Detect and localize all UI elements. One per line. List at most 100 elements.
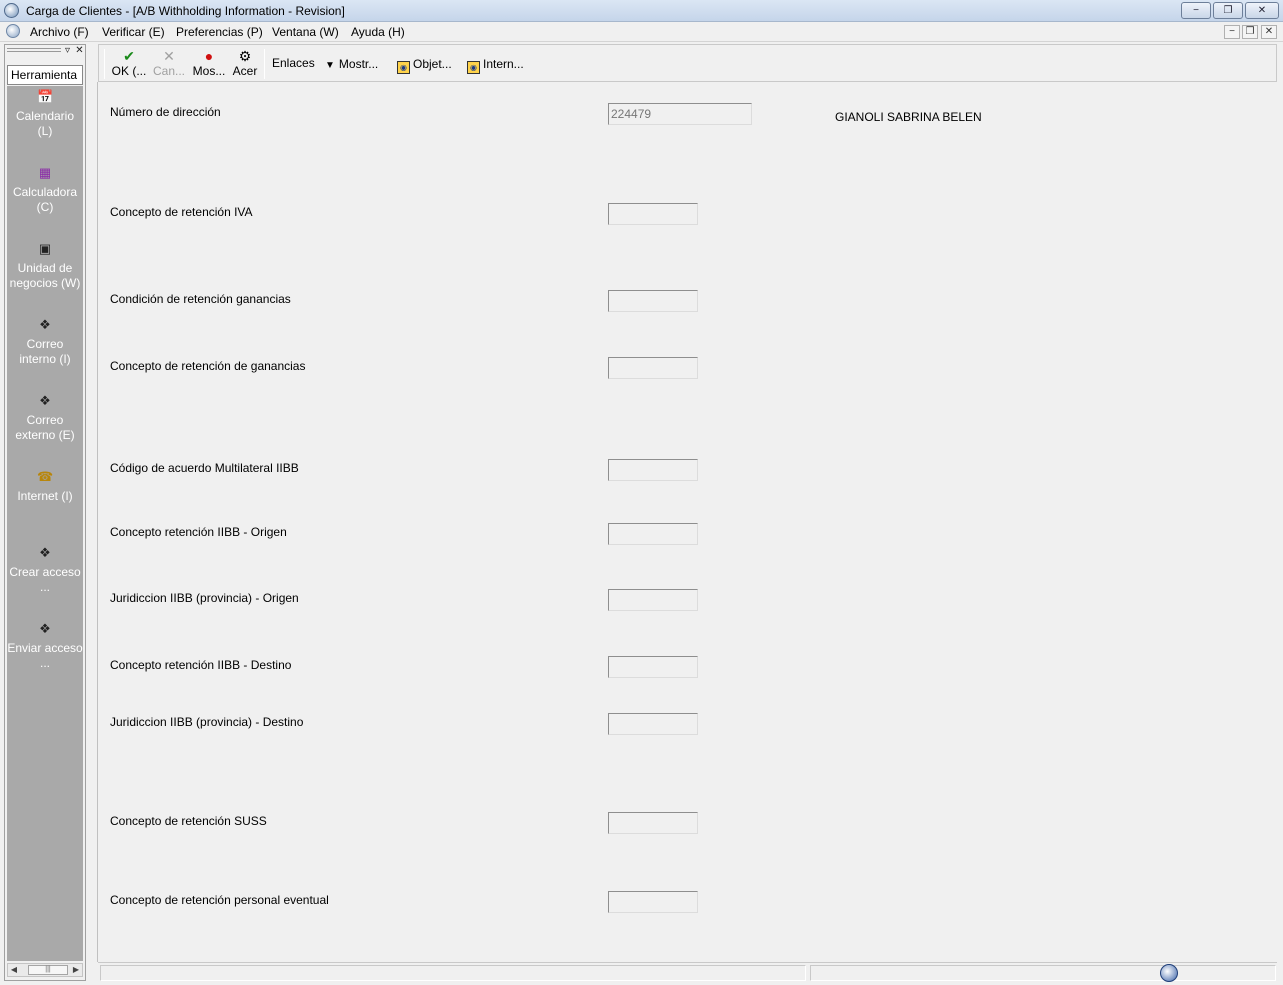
- scroll-right-icon[interactable]: ▶: [70, 964, 82, 976]
- child-restore-button[interactable]: ❐: [1242, 25, 1258, 39]
- shortcut-icon: ❖: [39, 545, 51, 560]
- suss-concept-field[interactable]: [608, 812, 698, 834]
- cancel-label: Can...: [152, 64, 185, 78]
- menu-preferencias[interactable]: Preferencias (P): [176, 25, 263, 39]
- tool-create-shortcut[interactable]: ❖ Crear acceso ...: [7, 545, 83, 595]
- tools-sidebar: ▿ ✕ Herramienta 📅 Calendario (L) ▦ Calcu…: [4, 44, 86, 981]
- status-pane-secondary: [810, 965, 1276, 981]
- income-condition-field[interactable]: [608, 290, 698, 312]
- restore-icon: ❐: [1223, 5, 1233, 16]
- title-bar: Carga de Clientes - [A/B Withholding Inf…: [0, 0, 1283, 22]
- address-number-label: Número de dirección: [110, 105, 221, 119]
- phone-icon: ☎: [37, 469, 54, 484]
- scroll-thumb[interactable]: |||: [28, 965, 68, 975]
- temporary-staff-concept-label: Concepto de retención personal eventual: [110, 893, 329, 907]
- object-icon: ◉: [397, 61, 410, 74]
- tool-label: Crear acceso ...: [9, 565, 81, 594]
- iibb-destination-concept-field[interactable]: [608, 656, 698, 678]
- iva-concept-field[interactable]: [608, 203, 698, 225]
- internet-label: Intern...: [483, 57, 524, 71]
- tool-send-shortcut[interactable]: ❖ Enviar acceso ...: [7, 621, 83, 671]
- ok-button[interactable]: ✔ OK (...: [111, 48, 147, 78]
- business-unit-icon: ▣: [38, 241, 52, 256]
- multilateral-code-field[interactable]: [608, 459, 698, 481]
- scroll-left-icon[interactable]: ◀: [8, 964, 20, 976]
- child-close-button[interactable]: ✕: [1261, 25, 1277, 39]
- internet-page-icon: ◉: [467, 61, 480, 74]
- sidebar-tool-panel: 📅 Calendario (L) ▦ Calculadora (C) ▣ Uni…: [7, 86, 83, 961]
- restore-icon: ❐: [1245, 26, 1255, 37]
- tool-external-mail[interactable]: ❖ Correo externo (E): [7, 393, 83, 443]
- customer-name: GIANOLI SABRINA BELEN: [835, 110, 982, 124]
- about-label: Acer: [232, 64, 258, 78]
- tool-label: Calendario (L): [15, 109, 75, 138]
- close-button[interactable]: ✕: [1245, 2, 1279, 19]
- form-toolbar: ✔ OK (... ✕ Can... ● Mos... ⚙ Acer Enlac…: [98, 44, 1277, 82]
- binoculars-icon: ●: [204, 48, 214, 64]
- network-globe-icon: [1160, 964, 1178, 982]
- menu-bar: Archivo (F) Verificar (E) Preferencias (…: [0, 22, 1283, 42]
- objects-link[interactable]: ◉ Objet...: [397, 57, 452, 74]
- links-menu[interactable]: Enlaces: [272, 56, 315, 70]
- income-condition-label: Condición de retención ganancias: [110, 292, 291, 306]
- iibb-destination-jurisdiction-label: Juridiccion IIBB (provincia) - Destino: [110, 715, 304, 729]
- tool-label: Unidad de negocios (W): [9, 261, 81, 290]
- sidebar-close-icon[interactable]: ✕: [73, 45, 86, 57]
- iibb-origin-jurisdiction-field[interactable]: [608, 589, 698, 611]
- cancel-x-icon: ✕: [163, 48, 175, 64]
- about-button[interactable]: ⚙ Acer: [230, 48, 260, 78]
- tool-label: Enviar acceso ...: [7, 641, 83, 670]
- app-globe-icon: [4, 3, 19, 18]
- cancel-button[interactable]: ✕ Can...: [151, 48, 187, 78]
- menu-archivo[interactable]: Archivo (F): [30, 25, 89, 39]
- dropdown-triangle-icon: ▼: [325, 60, 335, 71]
- internet-link[interactable]: ◉ Intern...: [467, 57, 524, 74]
- income-concept-label: Concepto de retención de ganancias: [110, 359, 306, 373]
- show-label: Mos...: [192, 64, 226, 78]
- mail-icon: ❖: [39, 317, 51, 332]
- tool-internet[interactable]: ☎ Internet (I): [7, 469, 83, 504]
- sidebar-title: Herramienta: [7, 65, 83, 85]
- iibb-origin-concept-label: Concepto retención IIBB - Origen: [110, 525, 287, 539]
- toolbar-separator: [104, 49, 105, 79]
- menu-ventana[interactable]: Ventana (W): [272, 25, 339, 39]
- tool-calculator[interactable]: ▦ Calculadora (C): [7, 165, 83, 215]
- iibb-origin-jurisdiction-label: Juridiccion IIBB (provincia) - Origen: [110, 591, 299, 605]
- sidebar-grip[interactable]: [7, 48, 61, 52]
- tool-internal-mail[interactable]: ❖ Correo interno (I): [7, 317, 83, 367]
- income-concept-field[interactable]: [608, 357, 698, 379]
- display-label: Mostr...: [338, 57, 379, 71]
- menu-verificar[interactable]: Verificar (E): [102, 25, 165, 39]
- tool-label: Internet (I): [17, 489, 73, 503]
- tool-label: Correo externo (E): [15, 413, 75, 442]
- iva-concept-label: Concepto de retención IVA: [110, 205, 253, 219]
- ok-label: OK (...: [111, 64, 147, 78]
- minimize-icon: −: [1229, 26, 1235, 37]
- close-icon: ✕: [1264, 26, 1274, 37]
- sidebar-scrollbar[interactable]: ◀ ||| ▶: [7, 963, 83, 977]
- calculator-icon: ▦: [38, 165, 52, 180]
- menu-ayuda[interactable]: Ayuda (H): [351, 25, 405, 39]
- tool-label: Calculadora (C): [12, 185, 78, 214]
- document-globe-icon[interactable]: [6, 24, 20, 38]
- restore-button[interactable]: ❐: [1213, 2, 1243, 19]
- tool-label: Correo interno (I): [19, 337, 71, 366]
- display-menu[interactable]: ▼ Mostr...: [325, 57, 378, 71]
- show-button[interactable]: ● Mos...: [191, 48, 227, 78]
- help-pointer-icon: ⚙: [238, 48, 252, 64]
- iibb-destination-concept-label: Concepto retención IIBB - Destino: [110, 658, 292, 672]
- tool-calendar[interactable]: 📅 Calendario (L): [7, 89, 83, 139]
- window-title: Carga de Clientes - [A/B Withholding Inf…: [26, 4, 345, 18]
- iibb-destination-jurisdiction-field[interactable]: [608, 713, 698, 735]
- tool-business-unit[interactable]: ▣ Unidad de negocios (W): [7, 241, 83, 291]
- shortcut-icon: ❖: [39, 621, 51, 636]
- minimize-icon: −: [1193, 5, 1199, 16]
- objects-label: Objet...: [413, 57, 452, 71]
- minimize-button[interactable]: −: [1181, 2, 1211, 19]
- temporary-staff-concept-field[interactable]: [608, 891, 698, 913]
- address-number-field[interactable]: [608, 103, 752, 125]
- child-minimize-button[interactable]: −: [1224, 25, 1240, 39]
- iibb-origin-concept-field[interactable]: [608, 523, 698, 545]
- close-icon: ✕: [1257, 5, 1267, 16]
- checkmark-icon: ✔: [123, 48, 135, 64]
